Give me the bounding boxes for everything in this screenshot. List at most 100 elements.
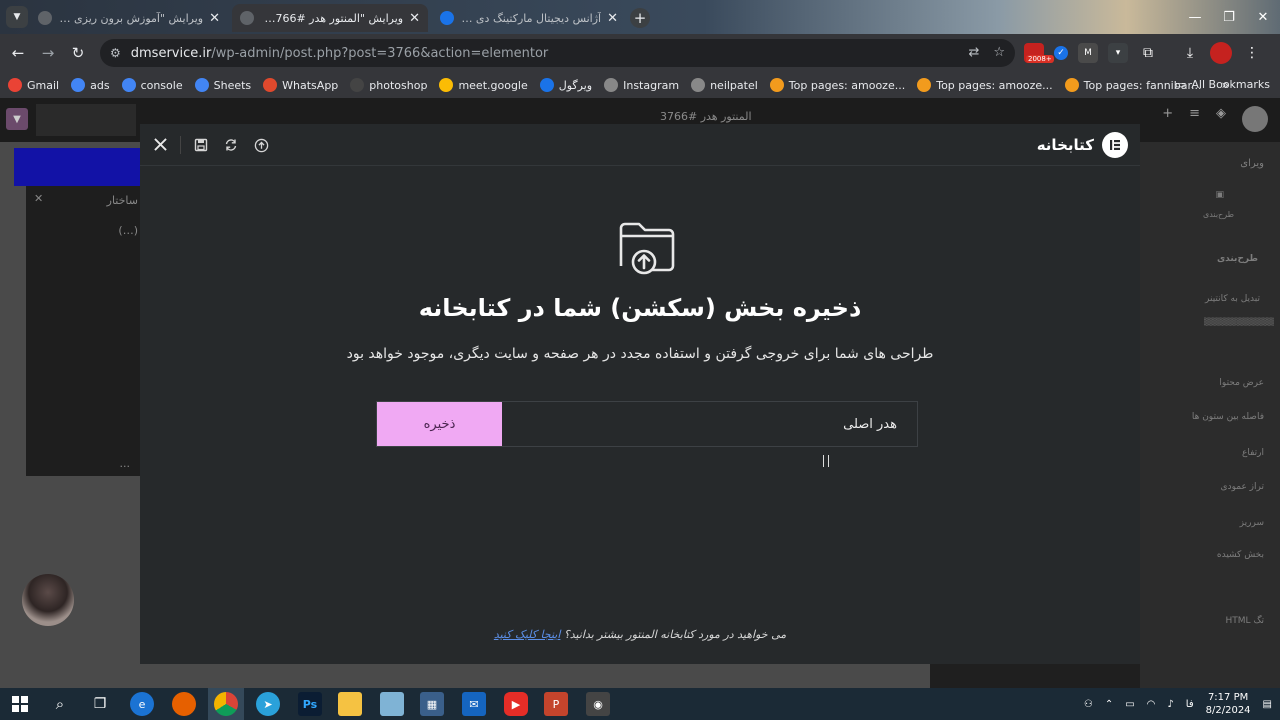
save-icon[interactable] xyxy=(190,134,212,156)
edge-icon[interactable]: e xyxy=(130,692,154,716)
bookmarks-bar: Gmail ads console Sheets WhatsApp photoshop me… xyxy=(0,72,1280,98)
bookmark-item[interactable]: Top pages: amooze... xyxy=(769,78,905,92)
minimize-icon[interactable]: — xyxy=(1178,0,1212,34)
template-name-input[interactable] xyxy=(501,402,917,446)
people-icon[interactable]: ⚇ xyxy=(1084,699,1093,710)
sliders-icon[interactable]: ≡ xyxy=(1189,106,1200,132)
notepad-icon[interactable] xyxy=(380,692,404,716)
browser-tab[interactable]: ✕ آژانس دیجیتال مارکتینگ دی ام سر... xyxy=(432,4,626,32)
forward-icon[interactable]: → xyxy=(38,43,58,63)
address-bar[interactable]: ⚙ dmservice.ir/wp-admin/post.php?post=37… xyxy=(100,39,1015,67)
tab-title: ویرایش "آموزش برون ریزی و درو... xyxy=(58,11,204,25)
sync-icon[interactable] xyxy=(220,134,242,156)
download-icon[interactable]: ⤓ xyxy=(1180,43,1200,63)
save-button[interactable]: ذخیره xyxy=(377,402,502,446)
chevron-down-icon[interactable]: ▼ xyxy=(6,108,28,130)
bookmark-item[interactable]: neilpatel xyxy=(691,78,758,92)
volume-icon[interactable]: ♪ xyxy=(1167,699,1173,710)
clock-time: 7:17 PM xyxy=(1207,692,1249,703)
bookmark-star-icon[interactable]: ☆ xyxy=(993,45,1005,60)
overflow-label: سرریز xyxy=(1239,518,1264,528)
verified-extension-icon[interactable]: ✓ xyxy=(1054,46,1068,60)
columns-gap-label: فاصله بین ستون ها xyxy=(1191,412,1264,422)
puzzle-extensions-icon[interactable]: ⧉ xyxy=(1138,43,1158,63)
convert-to-container[interactable]: تبدیل به کانتینر xyxy=(1205,294,1260,304)
plus-icon[interactable]: + xyxy=(1162,106,1173,132)
bookmark-item[interactable]: ویرگول xyxy=(539,78,592,92)
extension-icon[interactable]: 2008+ xyxy=(1024,43,1054,63)
pocket-icon[interactable]: ▾ xyxy=(1108,43,1128,63)
bookmark-item[interactable]: Instagram xyxy=(604,78,679,92)
bookmark-item[interactable]: photoshop xyxy=(350,78,427,92)
url-host: dmservice.ir xyxy=(130,45,212,61)
close-window-icon[interactable]: ✕ xyxy=(1246,0,1280,34)
save-description: طراحی های شما برای خروجی گرفتن و استفاده… xyxy=(346,346,934,362)
search-icon[interactable]: ⌕ xyxy=(48,692,72,716)
browser-tab[interactable]: ✕ ویرایش "آموزش برون ریزی و درو... xyxy=(30,4,228,32)
bookmark-item[interactable]: console xyxy=(121,78,183,92)
new-tab-button[interactable]: + xyxy=(630,8,650,28)
html-tag-label: تگ HTML xyxy=(1225,616,1264,626)
structure-row[interactable]: (…) xyxy=(118,224,138,237)
task-view-icon[interactable]: ❐ xyxy=(88,692,112,716)
translate-icon[interactable]: ⇄ xyxy=(968,45,979,60)
chevron-up-icon[interactable]: ⌃ xyxy=(1105,699,1113,710)
bookmark-label: Instagram xyxy=(623,78,680,92)
site-info-icon[interactable]: ⚙ xyxy=(110,46,121,60)
elementor-logo-icon[interactable] xyxy=(1242,106,1268,132)
learn-more-link[interactable]: اینجا کلیک کنید xyxy=(494,628,561,641)
tab-layout[interactable]: طرح‌بندی xyxy=(1203,210,1234,219)
menu-icon[interactable]: ⋮ xyxy=(1242,43,1262,63)
powerpoint-icon[interactable]: P xyxy=(544,692,568,716)
m-extension-icon[interactable]: M xyxy=(1078,43,1098,63)
chrome-icon[interactable] xyxy=(214,692,238,716)
mail-icon[interactable]: ✉ xyxy=(462,692,486,716)
reload-icon[interactable]: ↻ xyxy=(68,43,88,63)
publish-button[interactable] xyxy=(36,104,136,136)
close-icon[interactable]: ✕ xyxy=(34,192,43,205)
globe-icon xyxy=(691,78,706,92)
firefox-icon[interactable] xyxy=(172,692,196,716)
close-icon[interactable] xyxy=(150,134,170,154)
photoshop-icon[interactable]: Ps xyxy=(298,692,322,716)
bookmark-item[interactable]: meet.google xyxy=(439,78,528,92)
more-icon[interactable]: ... xyxy=(120,457,131,470)
bookmark-item[interactable]: Sheets xyxy=(194,78,252,92)
store-icon[interactable]: ▦ xyxy=(420,692,444,716)
upload-icon[interactable] xyxy=(250,134,272,156)
section-layout-heading[interactable]: طرح‌بندی xyxy=(1217,254,1258,264)
bookmark-item[interactable]: WhatsApp xyxy=(263,78,338,92)
maximize-icon[interactable]: ❐ xyxy=(1212,0,1246,34)
bookmark-label: console xyxy=(140,78,183,92)
bookmark-item[interactable]: Gmail xyxy=(8,78,59,92)
tab-close-icon[interactable]: ✕ xyxy=(409,11,420,26)
language-indicator[interactable]: فا xyxy=(1186,699,1194,710)
profile-avatar[interactable] xyxy=(1210,42,1232,64)
tab-close-icon[interactable]: ✕ xyxy=(209,11,220,26)
tab-search-button[interactable]: ▼ xyxy=(6,6,28,28)
ahrefs-icon xyxy=(1064,78,1079,92)
back-icon[interactable]: ← xyxy=(8,43,28,63)
file-explorer-icon[interactable] xyxy=(338,692,362,716)
bookmark-item[interactable]: Top pages: amooze... xyxy=(917,78,1053,92)
recorder-icon[interactable]: ◉ xyxy=(586,692,610,716)
all-bookmarks[interactable]: ▭ All Bookmarks xyxy=(1175,78,1270,91)
notifications-icon[interactable]: ▤ xyxy=(1263,699,1272,710)
windows-start-icon[interactable] xyxy=(8,692,32,716)
extension-badge: 2008+ xyxy=(1026,55,1054,63)
windows-taskbar: ⌕ ❐ e ➤ Ps ▦ ✉ ▶ P ◉ ⚇ ⌃ ▭ ◠ ♪ فا 7:17 P… xyxy=(0,688,1280,720)
layers-icon[interactable]: ◈ xyxy=(1216,106,1226,132)
folder-icon: ▭ xyxy=(1175,78,1186,91)
clock[interactable]: 7:17 PM 8/2/2024 xyxy=(1206,691,1251,717)
browser-tab-active[interactable]: ✕ ویرایش "المنتور هدر #3766" با ال... xyxy=(232,4,428,32)
tab-title: آژانس دیجیتال مارکتینگ دی ام سر... xyxy=(460,11,602,25)
tab-close-icon[interactable]: ✕ xyxy=(607,11,618,26)
bookmark-label: Sheets xyxy=(213,78,252,92)
wifi-icon[interactable]: ◠ xyxy=(1147,699,1156,710)
telegram-icon[interactable]: ➤ xyxy=(256,692,280,716)
google-icon xyxy=(194,78,209,92)
layout-tab-icon[interactable]: ▣ xyxy=(1215,190,1224,200)
youtube-icon[interactable]: ▶ xyxy=(504,692,528,716)
battery-icon[interactable]: ▭ xyxy=(1125,699,1134,710)
bookmark-item[interactable]: ads xyxy=(71,78,110,92)
